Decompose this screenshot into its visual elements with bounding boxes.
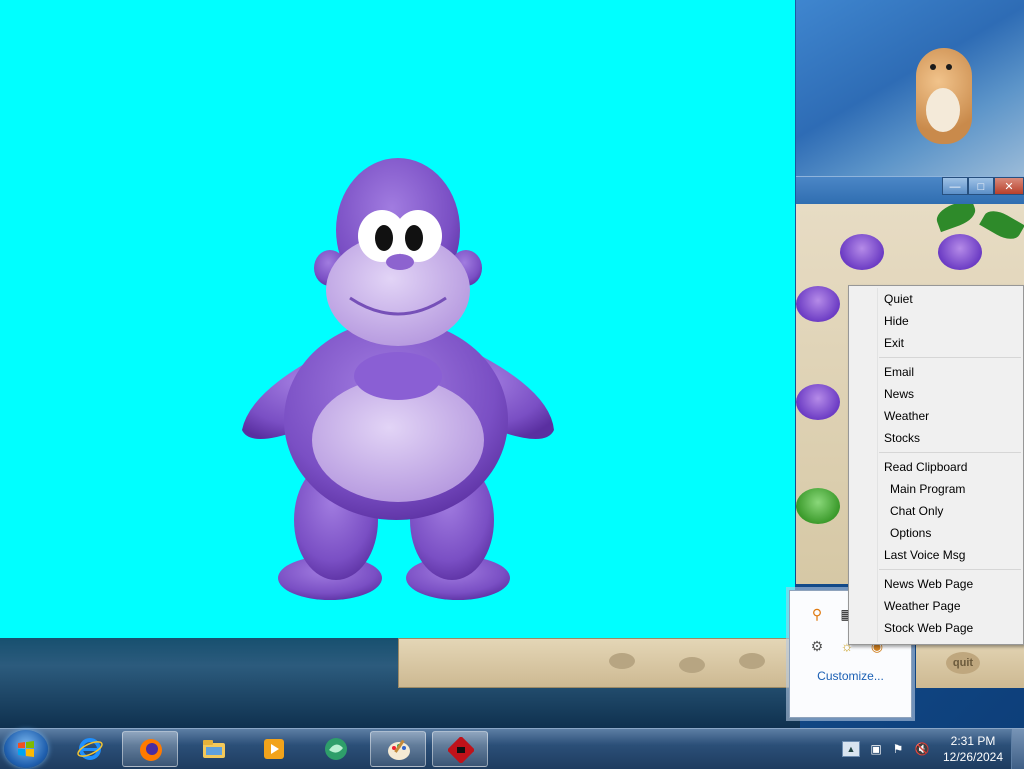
menu-separator bbox=[879, 452, 1021, 453]
volume-muted-icon[interactable]: 🔇 bbox=[914, 741, 930, 757]
paint-palette-icon bbox=[388, 739, 410, 760]
clock-time: 2:31 PM bbox=[950, 734, 996, 748]
close-button[interactable]: ✕ bbox=[994, 177, 1024, 195]
quit-button[interactable]: quit bbox=[946, 652, 980, 674]
show-desktop-button[interactable] bbox=[1011, 729, 1024, 769]
green-crab[interactable] bbox=[796, 488, 840, 524]
bonzi-context-menu: Quiet Hide Exit Email News Weather Stocks Read … bbox=[848, 285, 1024, 645]
maximize-button[interactable]: □ bbox=[968, 177, 994, 195]
menu-item-stocks[interactable]: Stocks bbox=[849, 427, 1023, 449]
action-center-flag-icon[interactable]: ⚑ bbox=[890, 741, 906, 757]
menu-item-read-clipboard[interactable]: Read Clipboard bbox=[849, 456, 1023, 478]
clock-date: 12/26/2024 bbox=[942, 750, 1004, 764]
purple-crab[interactable] bbox=[840, 234, 884, 270]
taskbar-internet-explorer[interactable] bbox=[62, 731, 118, 767]
minimize-button[interactable]: — bbox=[942, 177, 968, 195]
leaf-decoration bbox=[933, 204, 979, 233]
purple-crab[interactable] bbox=[796, 286, 840, 322]
taskbar-messenger[interactable] bbox=[308, 731, 364, 767]
menu-item-options[interactable]: Options bbox=[849, 522, 1023, 544]
taskbar-paint[interactable] bbox=[370, 731, 426, 767]
menu-item-news[interactable]: News bbox=[849, 383, 1023, 405]
hamster-desktop-pet[interactable] bbox=[796, 0, 1024, 176]
menu-item-stock-web-page[interactable]: Stock Web Page bbox=[849, 617, 1023, 639]
menu-separator bbox=[879, 569, 1021, 570]
leaf-decoration bbox=[979, 205, 1024, 245]
game-window-titlebar[interactable]: — □ ✕ bbox=[796, 176, 1024, 205]
start-button[interactable] bbox=[4, 730, 48, 768]
messenger-icon bbox=[325, 738, 347, 760]
taskbar-file-explorer[interactable] bbox=[186, 731, 242, 767]
bonzi-window[interactable] bbox=[0, 0, 795, 638]
menu-item-main-program[interactable]: Main Program bbox=[849, 478, 1023, 500]
show-hidden-icons-button[interactable]: ▲ bbox=[842, 741, 860, 757]
taskbar-media-player[interactable] bbox=[246, 731, 302, 767]
menu-item-email[interactable]: Email bbox=[849, 361, 1023, 383]
menu-item-chat-only[interactable]: Chat Only bbox=[849, 500, 1023, 522]
hamster-icon bbox=[916, 48, 972, 144]
purple-crab[interactable] bbox=[938, 234, 982, 270]
search-icon[interactable]: ⚲ bbox=[808, 605, 826, 623]
internet-explorer-icon bbox=[77, 738, 103, 760]
taskbar-firefox[interactable] bbox=[122, 731, 178, 767]
menu-item-quiet[interactable]: Quiet bbox=[849, 288, 1023, 310]
purple-crab[interactable] bbox=[796, 384, 840, 420]
menu-item-exit[interactable]: Exit bbox=[849, 332, 1023, 354]
clock[interactable]: 2:31 PM 12/26/2024 bbox=[938, 733, 1008, 765]
menu-separator bbox=[879, 357, 1021, 358]
game-app-icon bbox=[448, 737, 474, 763]
customize-link[interactable]: Customize... bbox=[790, 669, 911, 683]
network-icon[interactable]: ▣ bbox=[868, 741, 884, 757]
taskbar-game-app[interactable] bbox=[432, 731, 488, 767]
menu-item-news-web-page[interactable]: News Web Page bbox=[849, 573, 1023, 595]
game-board-bottom bbox=[398, 638, 798, 688]
media-player-icon bbox=[264, 739, 284, 759]
windows-logo-icon bbox=[18, 741, 34, 757]
menu-item-weather-page[interactable]: Weather Page bbox=[849, 595, 1023, 617]
firefox-icon bbox=[140, 739, 162, 761]
gorilla-character-icon[interactable] bbox=[0, 0, 795, 638]
menu-item-hide[interactable]: Hide bbox=[849, 310, 1023, 332]
game-board-bottom-right: quit bbox=[916, 638, 1024, 688]
menu-item-last-voice-msg[interactable]: Last Voice Msg bbox=[849, 544, 1023, 566]
menu-item-weather[interactable]: Weather bbox=[849, 405, 1023, 427]
settings-tray-icon[interactable]: ⚙ bbox=[808, 637, 826, 655]
taskbar: ▲ ▣ ⚑ 🔇 2:31 PM 12/26/2024 bbox=[0, 728, 1024, 769]
folder-icon bbox=[203, 740, 225, 758]
system-tray: ▲ ▣ ⚑ 🔇 2:31 PM 12/26/2024 bbox=[838, 729, 1024, 769]
